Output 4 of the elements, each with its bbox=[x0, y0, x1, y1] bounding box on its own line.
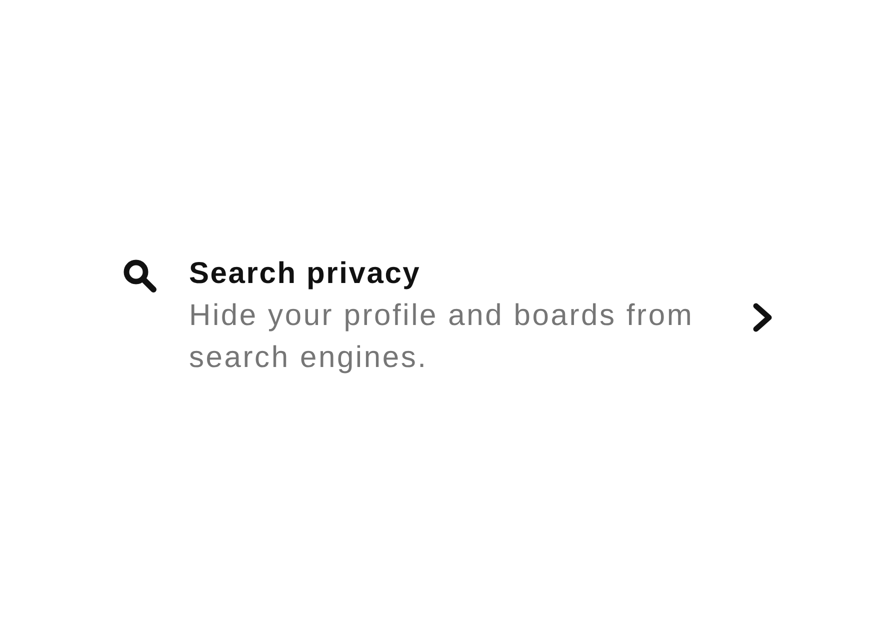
setting-title: Search privacy bbox=[189, 256, 422, 292]
search-icon bbox=[123, 259, 157, 293]
chevron-right-icon[interactable] bbox=[752, 302, 774, 333]
setting-description: Hide your profile and boards from search engines. bbox=[189, 298, 695, 376]
